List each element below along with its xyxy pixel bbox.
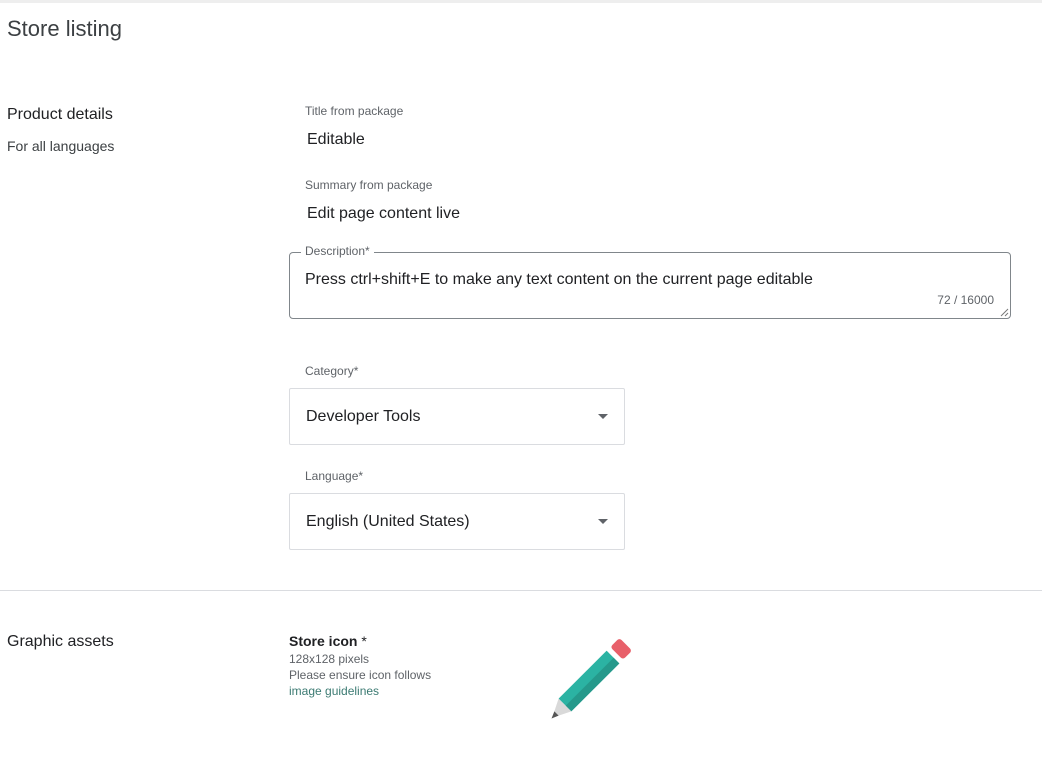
- pencil-body: [558, 650, 620, 712]
- store-icon-title-text: Store icon: [289, 633, 358, 649]
- graphic-assets-heading: Graphic assets: [7, 633, 114, 650]
- page-title: Store listing: [7, 16, 122, 41]
- pencil-icon: [551, 639, 631, 719]
- dropdown-arrow-icon: [598, 519, 608, 524]
- store-icon-note: Please ensure icon follows: [289, 668, 432, 682]
- product-details-heading: Product details: [7, 106, 113, 123]
- top-border: [0, 0, 1042, 3]
- description-label: Description*: [301, 244, 374, 258]
- summary-value: Edit page content live: [307, 205, 460, 222]
- product-details-subheading: For all languages: [7, 138, 115, 154]
- summary-label: Summary from package: [305, 178, 433, 192]
- title-label: Title from package: [305, 104, 404, 118]
- description-field[interactable]: Description* Press ctrl+shift+E to make …: [289, 244, 1011, 319]
- language-select[interactable]: English (United States): [289, 493, 625, 550]
- language-label: Language*: [305, 469, 364, 483]
- resize-handle-icon[interactable]: [1000, 308, 1009, 317]
- dropdown-arrow-icon: [598, 414, 608, 419]
- category-select[interactable]: Developer Tools: [289, 388, 625, 445]
- category-selected-value: Developer Tools: [306, 408, 421, 425]
- language-selected-value: English (United States): [306, 513, 470, 530]
- required-marker: *: [357, 633, 367, 649]
- store-icon-size: 128x128 pixels: [289, 652, 370, 666]
- title-value: Editable: [307, 131, 365, 148]
- description-text[interactable]: Press ctrl+shift+E to make any text cont…: [305, 271, 813, 289]
- section-divider: [0, 590, 1042, 591]
- description-char-counter: 72 / 16000: [937, 293, 994, 307]
- category-label: Category*: [305, 364, 359, 378]
- store-icon-title: Store icon *: [289, 633, 367, 649]
- image-guidelines-link[interactable]: image guidelines: [289, 684, 379, 698]
